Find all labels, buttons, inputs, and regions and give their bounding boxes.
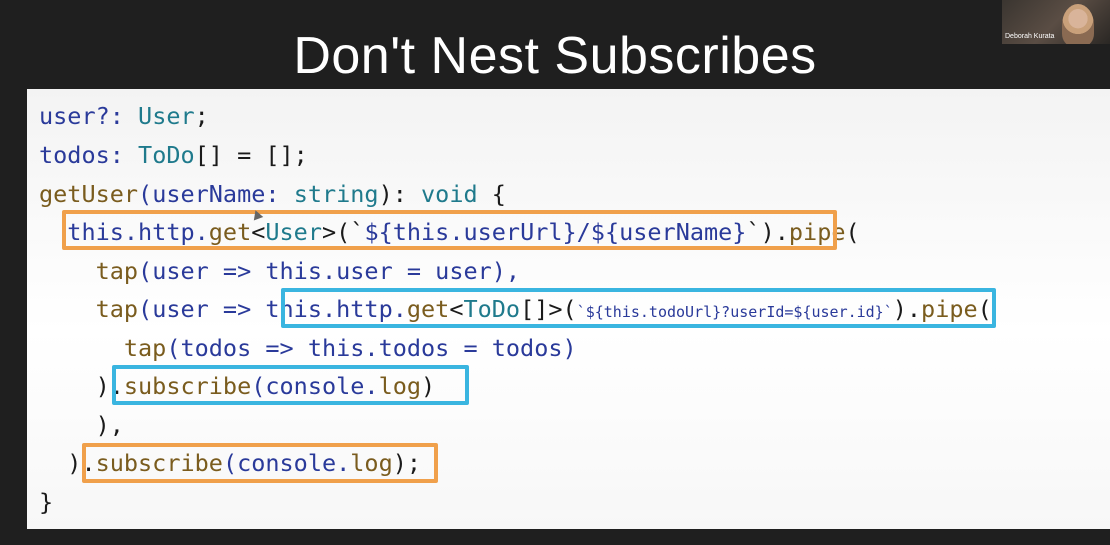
code-line-5: tap(user => this.user = user), <box>39 256 520 286</box>
slide-title: Don't Nest Subscribes <box>293 27 817 85</box>
code-token: this <box>265 257 322 285</box>
code-token: User <box>138 102 195 130</box>
outer-http-get-highlight <box>62 210 837 250</box>
presentation-slide: Don't Nest Subscribes Deborah Kurata use… <box>0 0 1110 545</box>
code-token: (user => <box>138 257 266 285</box>
outer-subscribe-highlight <box>82 443 438 483</box>
code-line-9: ), <box>39 410 124 440</box>
code-block: user?: User; todos: ToDo[] = []; getUser… <box>27 89 1110 529</box>
code-token: .user = user), <box>321 257 521 285</box>
code-token: ), <box>39 411 124 439</box>
presenter-name: Deborah Kurata <box>1005 33 1055 40</box>
presenter-video-thumbnail[interactable]: Deborah Kurata <box>1002 0 1110 44</box>
code-token: todos: <box>39 141 139 169</box>
code-token: ; <box>194 102 209 130</box>
code-token: tap <box>39 257 139 285</box>
code-line-1: user?: User; <box>39 101 209 131</box>
code-token: } <box>39 488 54 516</box>
code-line-11: } <box>39 487 53 517</box>
presenter-image <box>1062 4 1094 44</box>
code-token: (userName: <box>138 180 294 208</box>
code-token: ( <box>845 218 860 246</box>
code-token: tap <box>39 334 167 362</box>
code-token: ): <box>378 180 422 208</box>
code-token: ToDo <box>138 141 195 169</box>
inner-subscribe-highlight <box>112 365 469 405</box>
code-token: void <box>421 180 478 208</box>
code-token: .todos = todos) <box>364 334 577 362</box>
code-token: (todos => <box>166 334 308 362</box>
code-token: (user => <box>138 295 266 323</box>
code-token: this <box>307 334 365 362</box>
code-line-3: getUser(userName: string): void { <box>39 179 506 209</box>
code-token: getUser <box>39 180 139 208</box>
inner-http-get-highlight <box>281 288 996 328</box>
code-token: tap <box>39 295 139 323</box>
code-token: user?: <box>39 102 139 130</box>
code-token: [] = []; <box>194 141 308 169</box>
code-line-2: todos: ToDo[] = []; <box>39 140 308 170</box>
code-token: string <box>293 180 379 208</box>
code-token: { <box>477 180 506 208</box>
code-line-7: tap(todos => this.todos = todos) <box>39 333 577 363</box>
